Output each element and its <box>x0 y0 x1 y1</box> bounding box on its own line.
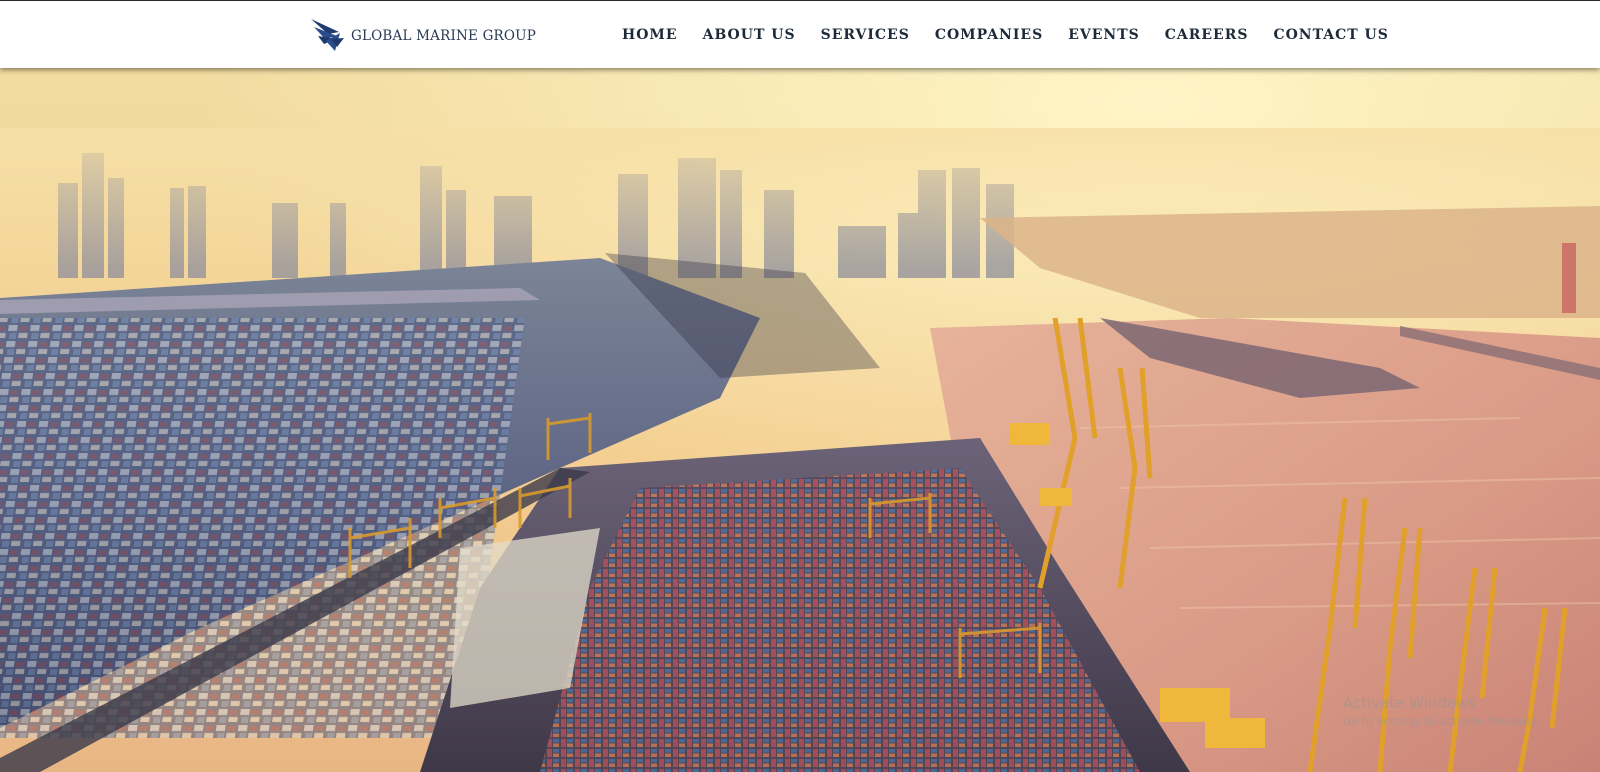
nav-about-us[interactable]: ABOUT US <box>703 27 796 43</box>
brand-name: GLOBAL MARINE GROUP <box>351 28 537 44</box>
main-nav: HOME ABOUT US SERVICES COMPANIES EVENTS … <box>622 1 1389 69</box>
hero-banner <box>0 68 1600 772</box>
nav-contact-us[interactable]: CONTACT US <box>1273 27 1388 43</box>
windows-activation-watermark: Activate Windows Go to Settings to activ… <box>1343 694 1540 730</box>
brand-logo[interactable]: GLOBAL MARINE GROUP <box>309 17 536 53</box>
watermark-subtitle: Go to Settings to activate Windows. <box>1343 715 1541 728</box>
hero-port-image <box>0 68 1600 772</box>
nav-careers[interactable]: CAREERS <box>1165 27 1249 43</box>
nav-companies[interactable]: COMPANIES <box>935 27 1043 43</box>
logo-icon <box>309 17 345 53</box>
nav-home[interactable]: HOME <box>622 27 678 43</box>
site-header: GLOBAL MARINE GROUP HOME ABOUT US SERVIC… <box>0 0 1600 68</box>
nav-events[interactable]: EVENTS <box>1068 27 1140 43</box>
watermark-title: Activate Windows <box>1343 694 1477 712</box>
nav-services[interactable]: SERVICES <box>821 27 910 43</box>
